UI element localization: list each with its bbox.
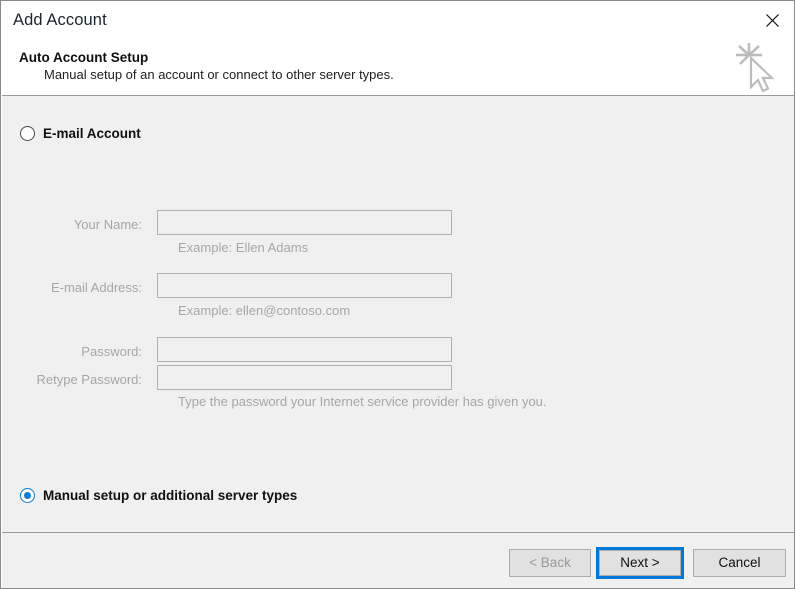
password-label: Password: — [81, 344, 142, 359]
your-name-hint: Example: Ellen Adams — [178, 240, 309, 255]
email-address-hint: Example: ellen@contoso.com — [178, 303, 351, 318]
dialog-titlebar: Add Account Auto Account Setup Manual se… — [2, 2, 794, 95]
next-button-focus-ring: Next > — [596, 547, 684, 579]
window-title: Add Account — [13, 11, 107, 29]
dialog-body: E-mail Account Your Name: Example: Ellen… — [2, 96, 794, 532]
your-name-label: Your Name: — [73, 217, 142, 232]
retype-password-input[interactable] — [157, 365, 452, 390]
retype-password-label: Retype Password: — [36, 372, 143, 387]
back-button[interactable]: < Back — [509, 549, 591, 577]
password-input[interactable] — [157, 337, 452, 362]
dialog-footer: < Back Next > Cancel — [2, 533, 794, 588]
radio-manual-setup[interactable]: Manual setup or additional server types — [20, 488, 297, 503]
add-account-dialog: Add Account Auto Account Setup Manual se… — [0, 0, 795, 589]
cursor-sparkle-icon — [731, 38, 783, 94]
next-button[interactable]: Next > — [599, 550, 681, 576]
cancel-button[interactable]: Cancel — [693, 549, 786, 577]
email-address-input[interactable] — [157, 273, 452, 298]
radio-unselected-icon — [20, 126, 35, 141]
your-name-input[interactable] — [157, 210, 452, 235]
page-title: Auto Account Setup — [19, 50, 149, 65]
radio-email-account-label: E-mail Account — [43, 126, 141, 141]
radio-email-account[interactable]: E-mail Account — [20, 126, 141, 141]
radio-manual-setup-label: Manual setup or additional server types — [43, 488, 298, 503]
page-subtitle: Manual setup of an account or connect to… — [44, 67, 394, 82]
email-address-label: E-mail Address: — [50, 280, 142, 295]
radio-selected-icon — [20, 488, 35, 503]
close-icon[interactable] — [755, 6, 789, 34]
password-hint: Type the password your Internet service … — [178, 394, 547, 409]
